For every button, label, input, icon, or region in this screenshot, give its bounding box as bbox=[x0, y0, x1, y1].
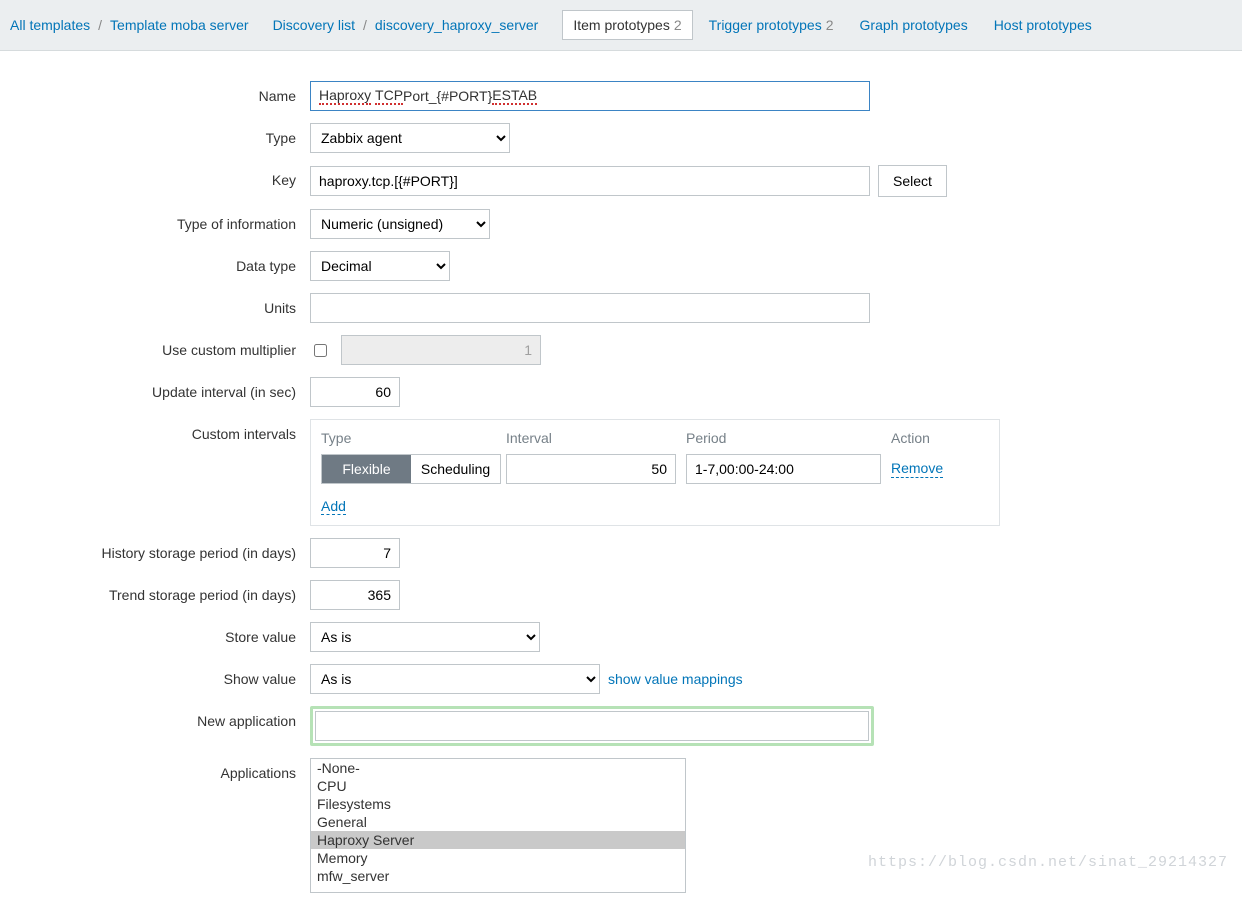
application-option[interactable]: -None- bbox=[311, 759, 685, 777]
tab-graph-prototypes[interactable]: Graph prototypes bbox=[850, 11, 978, 39]
spellcheck-word: Haproxy bbox=[319, 87, 371, 105]
data-type-select[interactable]: Decimal bbox=[310, 251, 450, 281]
label-custom-intervals: Custom intervals bbox=[10, 419, 310, 442]
spellcheck-word: ESTAB bbox=[492, 87, 537, 105]
tab-count: 2 bbox=[674, 17, 682, 33]
tab-item-prototypes[interactable]: Item prototypes 2 bbox=[562, 10, 692, 40]
label-name: Name bbox=[10, 81, 310, 104]
remove-interval-link[interactable]: Remove bbox=[891, 461, 943, 477]
watermark-text: https://blog.csdn.net/sinat_29214327 bbox=[868, 854, 1228, 871]
multiplier-value: 1 bbox=[341, 335, 541, 365]
period-input[interactable] bbox=[686, 454, 881, 484]
trend-input[interactable] bbox=[310, 580, 400, 610]
label-update-interval: Update interval (in sec) bbox=[10, 377, 310, 400]
name-text: Port_{#PORT} bbox=[403, 88, 492, 104]
breadcrumb-all-templates[interactable]: All templates bbox=[10, 17, 90, 33]
label-history: History storage period (in days) bbox=[10, 538, 310, 561]
new-application-highlight bbox=[310, 706, 874, 746]
interval-input[interactable] bbox=[506, 454, 676, 484]
breadcrumb: Discovery list / discovery_haproxy_serve… bbox=[273, 17, 539, 33]
breadcrumb: All templates / Template moba server bbox=[10, 17, 249, 33]
tab-count: 2 bbox=[826, 17, 834, 33]
ci-head-period: Period bbox=[686, 430, 891, 446]
application-option[interactable]: mfw_server bbox=[311, 867, 685, 885]
tab-trigger-prototypes[interactable]: Trigger prototypes 2 bbox=[699, 11, 844, 39]
show-value-mappings-link[interactable]: show value mappings bbox=[608, 671, 743, 687]
custom-intervals-add-row: Add bbox=[321, 498, 989, 515]
tab-label: Item prototypes bbox=[573, 17, 670, 33]
application-option[interactable]: Filesystems bbox=[311, 795, 685, 813]
custom-interval-row: Flexible Scheduling Remove bbox=[321, 454, 989, 484]
ci-head-type: Type bbox=[321, 430, 506, 446]
tab-label: Graph prototypes bbox=[860, 17, 968, 33]
units-input[interactable] bbox=[310, 293, 870, 323]
info-type-select[interactable]: Numeric (unsigned) bbox=[310, 209, 490, 239]
ci-head-action: Action bbox=[891, 430, 989, 446]
toggle-flexible[interactable]: Flexible bbox=[322, 455, 411, 483]
spellcheck-word: TCP bbox=[375, 87, 403, 105]
application-option[interactable]: General bbox=[311, 813, 685, 831]
new-application-input[interactable] bbox=[315, 711, 869, 741]
custom-intervals-header: Type Interval Period Action bbox=[321, 430, 989, 446]
applications-listbox[interactable]: -None-CPUFilesystemsGeneralHaproxy Serve… bbox=[310, 758, 686, 893]
history-input[interactable] bbox=[310, 538, 400, 568]
key-select-button[interactable]: Select bbox=[878, 165, 947, 197]
tab-label: Host prototypes bbox=[994, 17, 1092, 33]
name-input[interactable]: Haproxy TCP Port_{#PORT} ESTAB bbox=[310, 81, 870, 111]
store-value-select[interactable]: As is bbox=[310, 622, 540, 652]
breadcrumb-sep: / bbox=[363, 17, 367, 33]
label-multiplier: Use custom multiplier bbox=[10, 335, 310, 358]
label-units: Units bbox=[10, 293, 310, 316]
interval-type-toggle: Flexible Scheduling bbox=[321, 454, 501, 484]
top-nav-bar: All templates / Template moba server Dis… bbox=[0, 0, 1242, 51]
label-applications: Applications bbox=[10, 758, 310, 781]
custom-intervals-box: Type Interval Period Action Flexible Sch… bbox=[310, 419, 1000, 526]
tab-label: Trigger prototypes bbox=[709, 17, 822, 33]
tab-host-prototypes[interactable]: Host prototypes bbox=[984, 11, 1102, 39]
label-info-type: Type of information bbox=[10, 209, 310, 232]
application-option[interactable]: Memory bbox=[311, 849, 685, 867]
application-option[interactable]: CPU bbox=[311, 777, 685, 795]
toggle-scheduling[interactable]: Scheduling bbox=[411, 455, 500, 483]
label-data-type: Data type bbox=[10, 251, 310, 274]
breadcrumb-discovery-rule[interactable]: discovery_haproxy_server bbox=[375, 17, 538, 33]
ci-head-interval: Interval bbox=[506, 430, 686, 446]
update-interval-input[interactable] bbox=[310, 377, 400, 407]
breadcrumb-discovery-list[interactable]: Discovery list bbox=[273, 17, 355, 33]
breadcrumb-sep: / bbox=[98, 17, 102, 33]
label-show-value: Show value bbox=[10, 664, 310, 687]
type-select[interactable]: Zabbix agent bbox=[310, 123, 510, 153]
label-trend: Trend storage period (in days) bbox=[10, 580, 310, 603]
application-option[interactable]: Haproxy Server bbox=[311, 831, 685, 849]
key-input[interactable] bbox=[310, 166, 870, 196]
label-new-app: New application bbox=[10, 706, 310, 729]
item-prototype-form: Name Haproxy TCP Port_{#PORT} ESTAB Type… bbox=[0, 51, 1242, 915]
show-value-select[interactable]: As is bbox=[310, 664, 600, 694]
breadcrumb-template[interactable]: Template moba server bbox=[110, 17, 249, 33]
label-store-value: Store value bbox=[10, 622, 310, 645]
add-interval-link[interactable]: Add bbox=[321, 499, 346, 515]
label-key: Key bbox=[10, 165, 310, 188]
multiplier-checkbox[interactable] bbox=[314, 344, 327, 357]
label-type: Type bbox=[10, 123, 310, 146]
